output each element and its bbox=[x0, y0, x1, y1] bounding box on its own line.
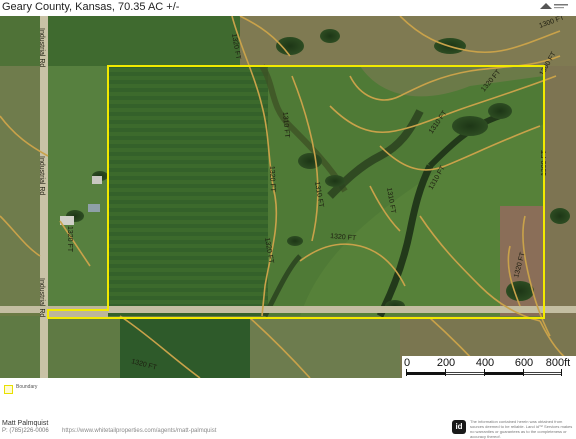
scale-label: 800ft bbox=[545, 357, 571, 369]
road-label: Industrial Rd bbox=[38, 28, 45, 67]
map-title: Geary County, Kansas, 70.35 AC +/- bbox=[2, 1, 180, 13]
road-label: Industrial Rd bbox=[38, 156, 45, 195]
scale-label: 600 bbox=[514, 357, 534, 369]
page-footer: Matt Palmquist P: (785)226-0006 https://… bbox=[0, 400, 576, 439]
agent-name: Matt Palmquist bbox=[2, 420, 49, 427]
scale-label: 400 bbox=[475, 357, 495, 369]
brand-logo-icon bbox=[536, 0, 570, 12]
road-label: Industrial Rd bbox=[38, 278, 45, 317]
aerial-map[interactable]: 1320 FT 1310 FT 1300 FT 1320 FT 1310 FT … bbox=[0, 16, 576, 378]
map-legend: Boundary bbox=[0, 378, 576, 400]
legend-label: Boundary bbox=[16, 384, 38, 390]
agent-phone: P: (785)226-0006 bbox=[2, 428, 49, 434]
disclaimer-text: The information contained herein was obt… bbox=[470, 419, 573, 439]
map-header: Geary County, Kansas, 70.35 AC +/- bbox=[0, 0, 576, 16]
scale-bar: 0 200 400 600 800ft bbox=[402, 356, 576, 378]
contour-label: 1320 FT bbox=[66, 226, 73, 253]
scale-label: 200 bbox=[436, 357, 456, 369]
contour-label: 1320 FT bbox=[268, 166, 276, 193]
boundary-swatch-icon bbox=[4, 385, 13, 394]
agent-link[interactable]: https://www.whitetailproperties.com/agen… bbox=[62, 428, 216, 434]
scale-label: 0 bbox=[403, 357, 411, 369]
